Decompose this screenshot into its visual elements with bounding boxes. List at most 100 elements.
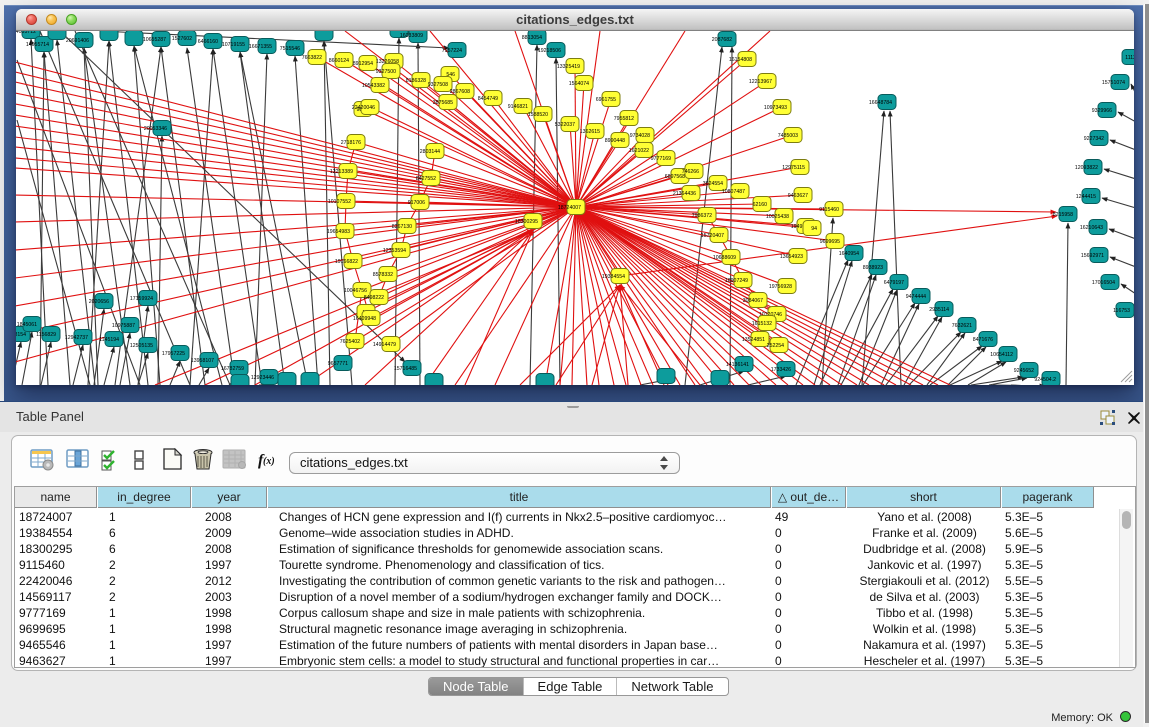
svg-text:10719155: 10719155	[222, 42, 245, 48]
svg-text:14136141: 14136141	[726, 362, 749, 368]
svg-text:16033809: 16033809	[400, 33, 423, 39]
svg-text:252254: 252254	[767, 343, 784, 349]
svg-text:12093822: 12093822	[1075, 165, 1098, 171]
svg-text:7515546: 7515546	[280, 46, 300, 52]
svg-text:1588520: 1588520	[528, 112, 548, 118]
svg-text:18724007: 18724007	[558, 205, 581, 211]
svg-text:917006: 917006	[408, 200, 425, 206]
svg-text:8813054: 8813054	[522, 35, 542, 41]
svg-text:13958107: 13958107	[191, 358, 214, 364]
svg-text:1621022: 1621022	[629, 148, 649, 154]
svg-text:10046756: 10046756	[344, 288, 367, 294]
svg-text:8578332: 8578332	[373, 272, 393, 278]
svg-text:1640954: 1640954	[839, 251, 859, 257]
svg-text:7663822: 7663822	[302, 55, 322, 61]
svg-text:9463627: 9463627	[788, 193, 808, 199]
svg-text:9657771: 9657771	[328, 361, 348, 367]
svg-text:3875685: 3875685	[433, 100, 453, 106]
svg-text:8498222: 8498222	[364, 295, 384, 301]
svg-text:9327508: 9327508	[428, 82, 448, 88]
svg-text:8471676: 8471676	[973, 337, 993, 343]
svg-text:62160: 62160	[753, 202, 768, 208]
svg-text:3624554: 3624554	[703, 181, 723, 187]
svg-text:1733426: 1733426	[771, 367, 791, 373]
svg-text:924504.2: 924504.2	[1034, 377, 1056, 383]
svg-text:9245652: 9245652	[1014, 368, 1034, 374]
svg-text:6479197: 6479197	[884, 280, 904, 286]
svg-text:(x): (x)	[263, 456, 275, 467]
svg-text:14055712: 14055712	[16, 31, 36, 35]
svg-text:20691406: 20691406	[66, 38, 89, 44]
svg-text:9734028: 9734028	[630, 133, 650, 139]
svg-text:13524851: 13524851	[742, 337, 765, 343]
svg-text:19384554: 19384554	[602, 274, 625, 280]
svg-text:14055714: 14055714	[26, 42, 49, 48]
svg-text:116753: 116753	[1113, 308, 1130, 314]
svg-text:15692971: 15692971	[1081, 253, 1104, 259]
svg-text:2020656: 2020656	[89, 299, 109, 305]
svg-text:10107552: 10107552	[328, 199, 351, 205]
svg-text:17159924: 17159924	[130, 296, 153, 302]
svg-text:1244415: 1244415	[1076, 194, 1096, 200]
svg-text:19756928: 19756928	[769, 284, 792, 290]
svg-text:7986372: 7986372	[692, 213, 712, 219]
svg-text:18300295: 18300295	[515, 219, 538, 225]
svg-text:10025438: 10025438	[766, 214, 789, 220]
svg-text:7955812: 7955812	[614, 116, 634, 122]
svg-text:8660124: 8660124	[329, 58, 349, 64]
svg-text:1156829: 1156829	[36, 332, 56, 338]
svg-text:10543382: 10543382	[362, 83, 385, 89]
svg-text:10688609: 10688609	[713, 255, 736, 261]
svg-text:18907249: 18907249	[725, 278, 748, 284]
svg-text:93154: 93154	[16, 332, 26, 338]
svg-text:10807487: 10807487	[722, 189, 745, 195]
svg-text:20053346: 20053346	[144, 126, 167, 132]
svg-text:14914479: 14914479	[373, 342, 396, 348]
svg-text:1112: 1112	[1125, 55, 1134, 61]
svg-text:3084067: 3084067	[743, 298, 763, 304]
svg-text:21364436: 21364436	[673, 191, 696, 197]
svg-text:7625402: 7625402	[340, 339, 360, 345]
svg-text:19166822: 19166822	[335, 259, 358, 265]
svg-text:1145194: 1145194	[99, 337, 119, 343]
svg-text:12213389: 12213389	[330, 169, 353, 175]
svg-text:8454749: 8454749	[478, 96, 498, 102]
svg-text:1564074: 1564074	[569, 81, 589, 87]
svg-text:94: 94	[811, 226, 817, 232]
svg-text:22420046: 22420046	[352, 105, 375, 111]
svg-text:12213967: 12213967	[749, 79, 772, 85]
svg-text:13654923: 13654923	[780, 254, 803, 260]
svg-text:12975115: 12975115	[782, 165, 805, 171]
svg-text:9777169: 9777169	[651, 156, 671, 162]
svg-text:12923446: 12923446	[251, 375, 274, 381]
svg-text:6961755: 6961755	[596, 97, 616, 103]
svg-text:5322037: 5322037	[555, 122, 575, 128]
svg-text:8938923: 8938923	[863, 265, 883, 271]
svg-text:2935114: 2935114	[929, 307, 949, 313]
svg-text:19218506: 19218506	[538, 48, 561, 54]
svg-text:1527602: 1527602	[172, 36, 192, 42]
svg-text:1615132: 1615132	[752, 321, 772, 327]
svg-text:15716485: 15716485	[394, 366, 417, 372]
svg-text:12942737: 12942737	[65, 335, 88, 341]
svg-text:8427552: 8427552	[416, 176, 436, 182]
svg-text:9474444: 9474444	[906, 294, 926, 300]
svg-text:8912954: 8912954	[353, 61, 373, 67]
svg-text:9327500: 9327500	[376, 69, 396, 75]
svg-text:6466160: 6466160	[198, 39, 218, 45]
svg-text:16671355: 16671355	[249, 44, 272, 50]
svg-text:19654983: 19654983	[327, 229, 350, 235]
svg-text:9329966: 9329966	[1092, 108, 1112, 114]
svg-text:9115460: 9115460	[819, 207, 839, 213]
svg-text:15720407: 15720407	[701, 233, 724, 239]
svg-text:15751074: 15751074	[1102, 80, 1125, 86]
svg-text:12353594: 12353594	[383, 248, 406, 254]
svg-text:10975887: 10975887	[112, 323, 135, 329]
svg-text:12505135: 12505135	[130, 343, 153, 349]
svg-text:2718176: 2718176	[341, 140, 361, 146]
svg-text:16648784: 16648784	[869, 100, 892, 106]
svg-text:7632621: 7632621	[952, 323, 972, 329]
svg-text:10655287: 10655287	[143, 37, 166, 43]
svg-text:7485003: 7485003	[778, 133, 798, 139]
svg-text:2087682: 2087682	[712, 37, 732, 43]
